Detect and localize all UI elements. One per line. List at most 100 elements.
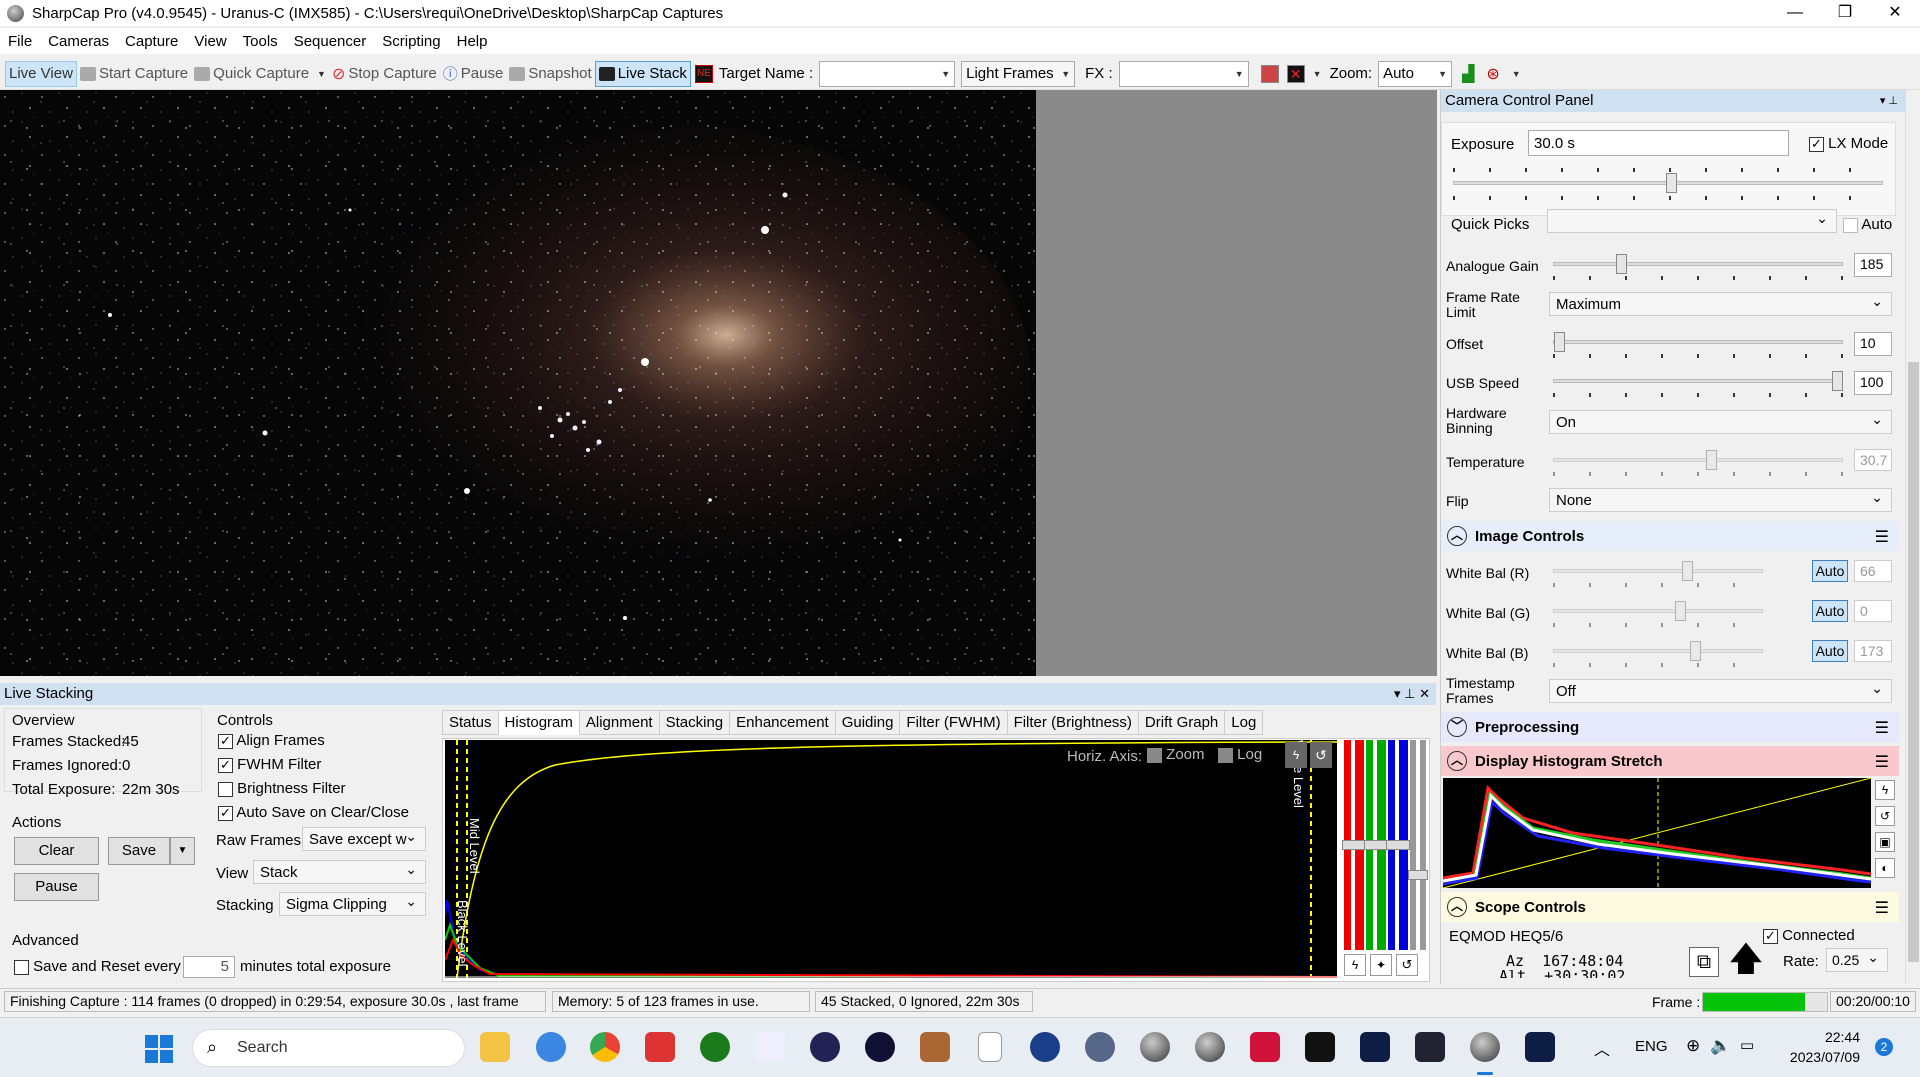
exposure-input[interactable]: 30.0 s <box>1528 130 1789 156</box>
pause-stack-button[interactable]: Pause <box>14 873 99 901</box>
chevron-up-icon[interactable]: ︿ <box>1594 1036 1610 1060</box>
hamburger-menu-icon[interactable]: ☰ <box>1875 527 1889 547</box>
fx-select[interactable]: ▼ <box>1118 60 1249 87</box>
app-icon[interactable] <box>1195 1032 1225 1062</box>
live-image-view[interactable] <box>0 90 1036 676</box>
move-north-button[interactable]: 🡅 <box>1726 942 1766 978</box>
stellarium-icon[interactable] <box>810 1032 840 1062</box>
tab-filter-brightness[interactable]: Filter (Brightness) <box>1006 710 1139 735</box>
tab-stacking[interactable]: Stacking <box>658 710 731 735</box>
white-bal-r-thumb[interactable] <box>1682 561 1693 581</box>
reset-icon[interactable]: ↺ <box>1396 954 1418 976</box>
raw-frames-select[interactable]: Save except w <box>302 827 426 851</box>
target-name-input[interactable]: ▼ <box>819 60 956 87</box>
app-icon[interactable] <box>755 1032 785 1062</box>
taskbar-search-box[interactable]: ⌕ Search <box>192 1029 465 1067</box>
red-slider-thumb[interactable] <box>1342 840 1366 850</box>
flip-select[interactable]: None <box>1549 488 1892 512</box>
asi-studio-icon[interactable] <box>865 1032 895 1062</box>
histogram-stretch-header[interactable]: ︿ Display Histogram Stretch ☰ <box>1441 746 1899 776</box>
notification-badge[interactable]: 2 <box>1875 1038 1893 1056</box>
menu-file[interactable]: File <box>0 33 40 50</box>
hamburger-menu-icon[interactable]: ☰ <box>1875 718 1889 738</box>
close-button[interactable]: ✕ <box>1870 0 1920 26</box>
save-icon[interactable]: ▣ <box>1875 832 1895 852</box>
white-bal-g-thumb[interactable] <box>1675 601 1686 621</box>
white-bal-b-auto-button[interactable]: Auto <box>1812 640 1848 662</box>
tab-enhancement[interactable]: Enhancement <box>729 710 836 735</box>
green-slider-thumb[interactable] <box>1364 840 1388 850</box>
menu-view[interactable]: View <box>186 33 234 50</box>
save-dropdown-button[interactable]: ▼ <box>170 837 195 865</box>
app-icon[interactable] <box>1030 1032 1060 1062</box>
auto-stretch-icon[interactable]: ϟ <box>1285 742 1307 768</box>
auto-save-checkbox[interactable]: ✓ Auto Save on Clear/Close <box>218 804 409 821</box>
sparkle-icon[interactable]: ✦ <box>1370 954 1392 976</box>
phd-guiding-icon[interactable] <box>700 1032 730 1062</box>
asi-icon[interactable] <box>1250 1032 1280 1062</box>
pin-icon[interactable]: ▾ ⊥ <box>1880 90 1898 112</box>
contrast-icon[interactable]: ◐ <box>1875 858 1895 878</box>
reset-icon[interactable]: ↺ <box>1310 742 1332 768</box>
quick-capture-button[interactable]: Quick Capture ▼ <box>191 61 329 87</box>
app-icon[interactable] <box>536 1032 566 1062</box>
zoom-select[interactable]: Auto ▼ <box>1378 60 1453 87</box>
white-bal-r-auto-button[interactable]: Auto <box>1812 560 1848 582</box>
offset-input[interactable]: 10 <box>1854 332 1892 356</box>
tab-guiding[interactable]: Guiding <box>834 710 901 735</box>
pause-button[interactable]: ⓘ Pause <box>440 61 507 87</box>
chrome-icon[interactable] <box>590 1032 620 1062</box>
brightness-filter-checkbox[interactable]: Brightness Filter <box>218 780 346 797</box>
usb-speed-thumb[interactable] <box>1832 371 1843 391</box>
histogram-stretch-graph[interactable] <box>1442 777 1872 889</box>
goto-icon[interactable]: ⧉ <box>1689 947 1719 977</box>
sharpcap-taskbar-icon[interactable] <box>1470 1032 1500 1062</box>
settings-icon[interactable] <box>1085 1032 1115 1062</box>
chevron-down-icon[interactable]: ▼ <box>1512 69 1521 79</box>
histogram-log-checkbox[interactable]: Log <box>1218 746 1262 763</box>
quick-picks-auto-checkbox[interactable]: Auto <box>1843 216 1892 233</box>
right-panel-scrollbar[interactable] <box>1905 112 1920 984</box>
app-icon[interactable] <box>645 1032 675 1062</box>
analogue-gain-input[interactable]: 185 <box>1854 253 1892 277</box>
document-icon[interactable] <box>978 1032 1002 1062</box>
histogram-icon[interactable]: ▟ <box>1462 64 1474 84</box>
volume-icon[interactable]: 🔈 <box>1710 1036 1731 1056</box>
white-bal-b-thumb[interactable] <box>1690 641 1701 661</box>
menu-tools[interactable]: Tools <box>235 33 286 50</box>
tab-alignment[interactable]: Alignment <box>578 710 660 735</box>
language-indicator[interactable]: ENG <box>1635 1038 1668 1055</box>
stop-capture-button[interactable]: ⊘ Stop Capture <box>329 61 440 87</box>
chevron-down-icon[interactable]: ▼ <box>1313 69 1322 79</box>
scrollbar-thumb[interactable] <box>1908 362 1919 962</box>
white-bal-g-slider[interactable] <box>1553 601 1763 621</box>
start-capture-button[interactable]: Start Capture <box>77 61 191 87</box>
exposure-slider-thumb[interactable] <box>1666 173 1677 193</box>
frame-rate-select[interactable]: Maximum <box>1549 292 1892 316</box>
rate-select[interactable]: 0.25 <box>1826 948 1888 972</box>
image-controls-header[interactable]: ︿ Image Controls ☰ <box>1441 521 1899 551</box>
lx-mode-checkbox[interactable]: ✓ LX Mode <box>1809 135 1888 152</box>
exposure-slider[interactable] <box>1453 173 1883 193</box>
blue-slider-thumb[interactable] <box>1386 840 1410 850</box>
hamburger-menu-icon[interactable]: ☰ <box>1875 752 1889 772</box>
menu-cameras[interactable]: Cameras <box>40 33 117 50</box>
maximize-button[interactable]: ❐ <box>1820 0 1870 26</box>
tab-log[interactable]: Log <box>1224 710 1264 735</box>
clear-button[interactable]: Clear <box>14 837 99 865</box>
tab-drift-graph[interactable]: Drift Graph <box>1137 710 1226 735</box>
white-bal-g-auto-button[interactable]: Auto <box>1812 600 1848 622</box>
clock[interactable]: 22:44 2023/07/09 <box>1780 1027 1860 1067</box>
panel-controls-icon[interactable]: ▾ ⊥ ✕ <box>1394 683 1430 705</box>
menu-sequencer[interactable]: Sequencer <box>286 33 375 50</box>
app-icon[interactable] <box>1525 1032 1555 1062</box>
network-icon[interactable]: ⊕ <box>1686 1036 1700 1056</box>
save-reset-checkbox[interactable]: Save and Reset every <box>14 958 181 975</box>
histogram-zoom-checkbox[interactable]: Zoom <box>1147 746 1205 763</box>
quick-picks-select[interactable] <box>1547 209 1837 233</box>
connected-checkbox[interactable]: ✓ Connected <box>1763 927 1855 944</box>
snapshot-button[interactable]: Snapshot <box>506 61 594 87</box>
lightning-icon[interactable]: ϟ <box>1344 954 1366 976</box>
save-reset-minutes-input[interactable]: 5 <box>183 956 235 978</box>
live-stack-button[interactable]: Live Stack <box>594 60 691 87</box>
